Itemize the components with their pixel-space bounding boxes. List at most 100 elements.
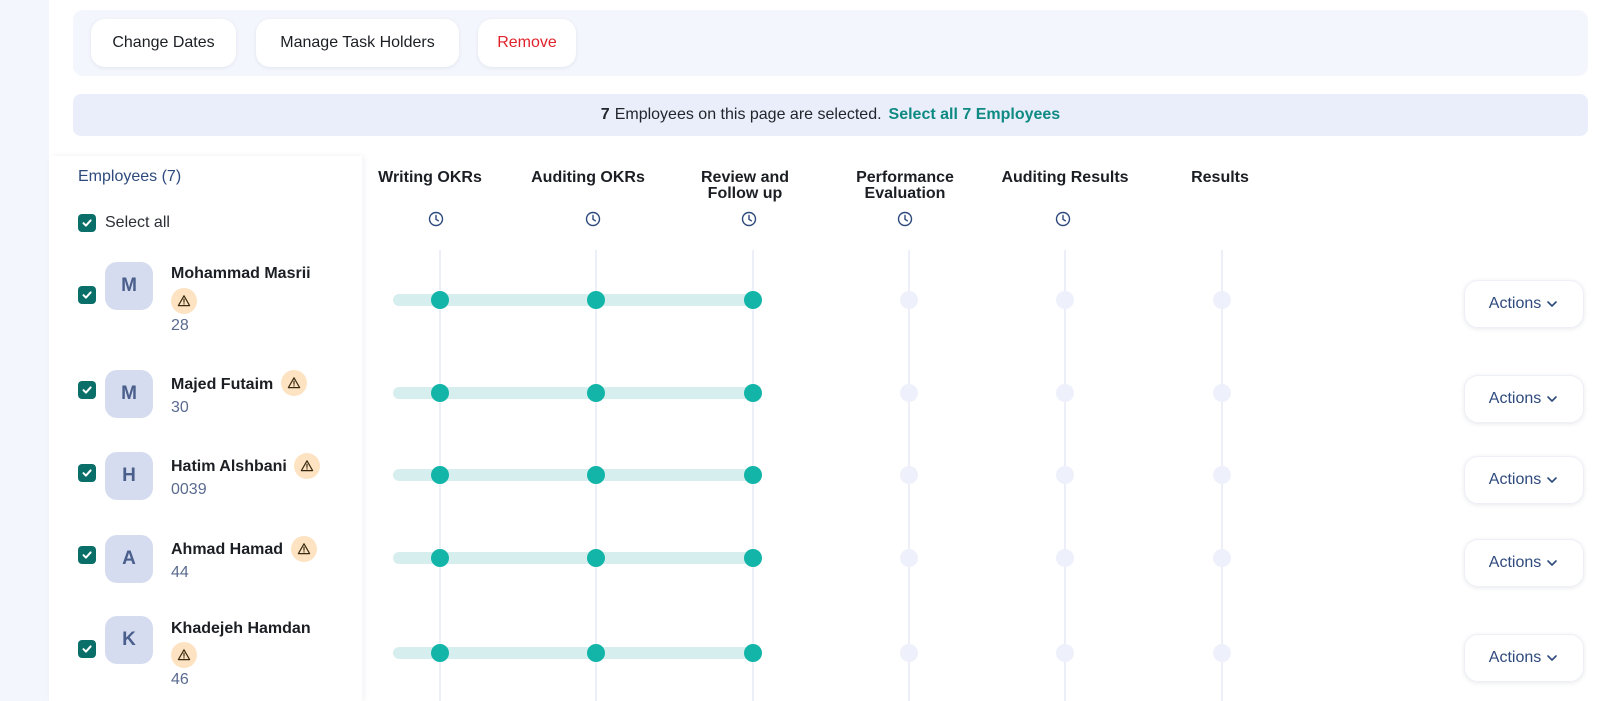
clock-icon[interactable] <box>741 211 757 227</box>
phase-dot-pending[interactable] <box>900 644 918 662</box>
phase-dot-pending[interactable] <box>1213 466 1231 484</box>
warning-triangle-icon <box>177 295 191 307</box>
warning-triangle-icon <box>300 460 314 472</box>
phase-dot-completed[interactable] <box>431 644 449 662</box>
phase-dot-completed[interactable] <box>587 644 605 662</box>
actions-dropdown[interactable]: Actions <box>1464 456 1584 504</box>
phase-dot-completed[interactable] <box>587 384 605 402</box>
phase-dot-pending[interactable] <box>1213 549 1231 567</box>
actions-dropdown[interactable]: Actions <box>1464 539 1584 587</box>
warning-badge[interactable] <box>171 642 197 668</box>
left-rail <box>0 0 49 701</box>
phase-dot-completed[interactable] <box>431 291 449 309</box>
employee-checkbox[interactable] <box>78 640 96 658</box>
employee-name[interactable]: Mohammad Masrii <box>171 265 311 283</box>
actions-label: Actions <box>1488 295 1542 312</box>
actions-label: Actions <box>1488 390 1542 407</box>
employee-code: 46 <box>171 671 189 688</box>
check-icon <box>82 219 92 227</box>
employee-checkbox[interactable] <box>78 286 96 304</box>
phase-dot-pending[interactable] <box>1056 384 1074 402</box>
phase-dot-pending[interactable] <box>1056 466 1074 484</box>
clock-icon[interactable] <box>1055 211 1071 227</box>
phase-dot-completed[interactable] <box>744 466 762 484</box>
employee-code: 28 <box>171 317 189 334</box>
phase-header-review-follow-up: Review and Follow up <box>700 169 790 202</box>
phase-dot-pending[interactable] <box>1056 291 1074 309</box>
phase-dot-completed[interactable] <box>744 291 762 309</box>
phase-header-writing-okrs: Writing OKRs <box>378 169 482 186</box>
phase-dot-pending[interactable] <box>1213 644 1231 662</box>
actions-label: Actions <box>1488 471 1542 488</box>
phase-dot-pending[interactable] <box>1213 384 1231 402</box>
phase-dot-completed[interactable] <box>744 644 762 662</box>
warning-triangle-icon <box>297 543 311 555</box>
phase-dot-completed[interactable] <box>587 466 605 484</box>
selected-count: 7 <box>600 106 610 123</box>
selection-text: Employees on this page are selected. <box>614 106 882 123</box>
warning-triangle-icon <box>287 377 301 389</box>
warning-badge[interactable] <box>291 536 317 562</box>
phase-dot-completed[interactable] <box>744 549 762 567</box>
phase-dot-pending[interactable] <box>1213 291 1231 309</box>
warning-badge[interactable] <box>294 453 320 479</box>
employee-name[interactable]: Khadejeh Hamdan <box>171 620 311 638</box>
chevron-down-icon <box>1547 477 1558 483</box>
actions-dropdown[interactable]: Actions <box>1464 634 1584 682</box>
actions-label: Actions <box>1488 649 1542 666</box>
phase-dot-completed[interactable] <box>431 384 449 402</box>
manage-task-holders-button[interactable]: Manage Task Holders <box>256 19 459 67</box>
employee-checkbox[interactable] <box>78 381 96 399</box>
phase-dot-completed[interactable] <box>431 466 449 484</box>
change-dates-button[interactable]: Change Dates <box>91 19 236 67</box>
employee-name[interactable]: Ahmad Hamad <box>171 541 283 559</box>
warning-badge[interactable] <box>281 370 307 396</box>
check-icon <box>82 386 92 394</box>
selection-banner: 7 Employees on this page are selected. S… <box>73 94 1588 136</box>
employee-name[interactable]: Majed Futaim <box>171 376 273 394</box>
chevron-down-icon <box>1547 396 1558 402</box>
phase-header-results: Results <box>1191 169 1249 186</box>
avatar: M <box>105 262 153 310</box>
avatar: A <box>105 535 153 583</box>
employees-title: Employees (7) <box>78 168 182 185</box>
warning-badge[interactable] <box>171 288 197 314</box>
check-icon <box>82 551 92 559</box>
phase-dot-pending[interactable] <box>900 466 918 484</box>
select-all-label: Select all <box>105 214 170 231</box>
actions-label: Actions <box>1488 554 1542 571</box>
avatar: M <box>105 370 153 418</box>
warning-triangle-icon <box>177 649 191 661</box>
employee-checkbox[interactable] <box>78 464 96 482</box>
phase-header-auditing-okrs: Auditing OKRs <box>531 169 645 186</box>
phase-header-performance-evaluation: Performance Evaluation <box>856 169 954 202</box>
avatar: H <box>105 452 153 500</box>
clock-icon[interactable] <box>897 211 913 227</box>
select-all-employees-link[interactable]: Select all 7 Employees <box>889 106 1061 124</box>
phase-dot-completed[interactable] <box>587 291 605 309</box>
clock-icon[interactable] <box>585 211 601 227</box>
phase-dot-completed[interactable] <box>744 384 762 402</box>
check-icon <box>82 645 92 653</box>
employee-checkbox[interactable] <box>78 546 96 564</box>
phase-header-auditing-results: Auditing Results <box>1001 169 1129 186</box>
phase-dot-pending[interactable] <box>1056 644 1074 662</box>
select-all-checkbox[interactable] <box>78 214 96 232</box>
phase-dot-pending[interactable] <box>900 384 918 402</box>
phase-dot-pending[interactable] <box>900 549 918 567</box>
employee-code: 30 <box>171 399 189 416</box>
chevron-down-icon <box>1547 655 1558 661</box>
check-icon <box>82 469 92 477</box>
clock-icon[interactable] <box>428 211 444 227</box>
avatar: K <box>105 616 153 664</box>
phase-dot-pending[interactable] <box>1056 549 1074 567</box>
chevron-down-icon <box>1547 301 1558 307</box>
employee-name[interactable]: Hatim Alshbani <box>171 458 287 476</box>
remove-button[interactable]: Remove <box>478 19 576 67</box>
actions-dropdown[interactable]: Actions <box>1464 280 1584 328</box>
phase-dot-pending[interactable] <box>900 291 918 309</box>
phase-dot-completed[interactable] <box>431 549 449 567</box>
actions-dropdown[interactable]: Actions <box>1464 375 1584 423</box>
employee-code: 44 <box>171 564 189 581</box>
phase-dot-completed[interactable] <box>587 549 605 567</box>
